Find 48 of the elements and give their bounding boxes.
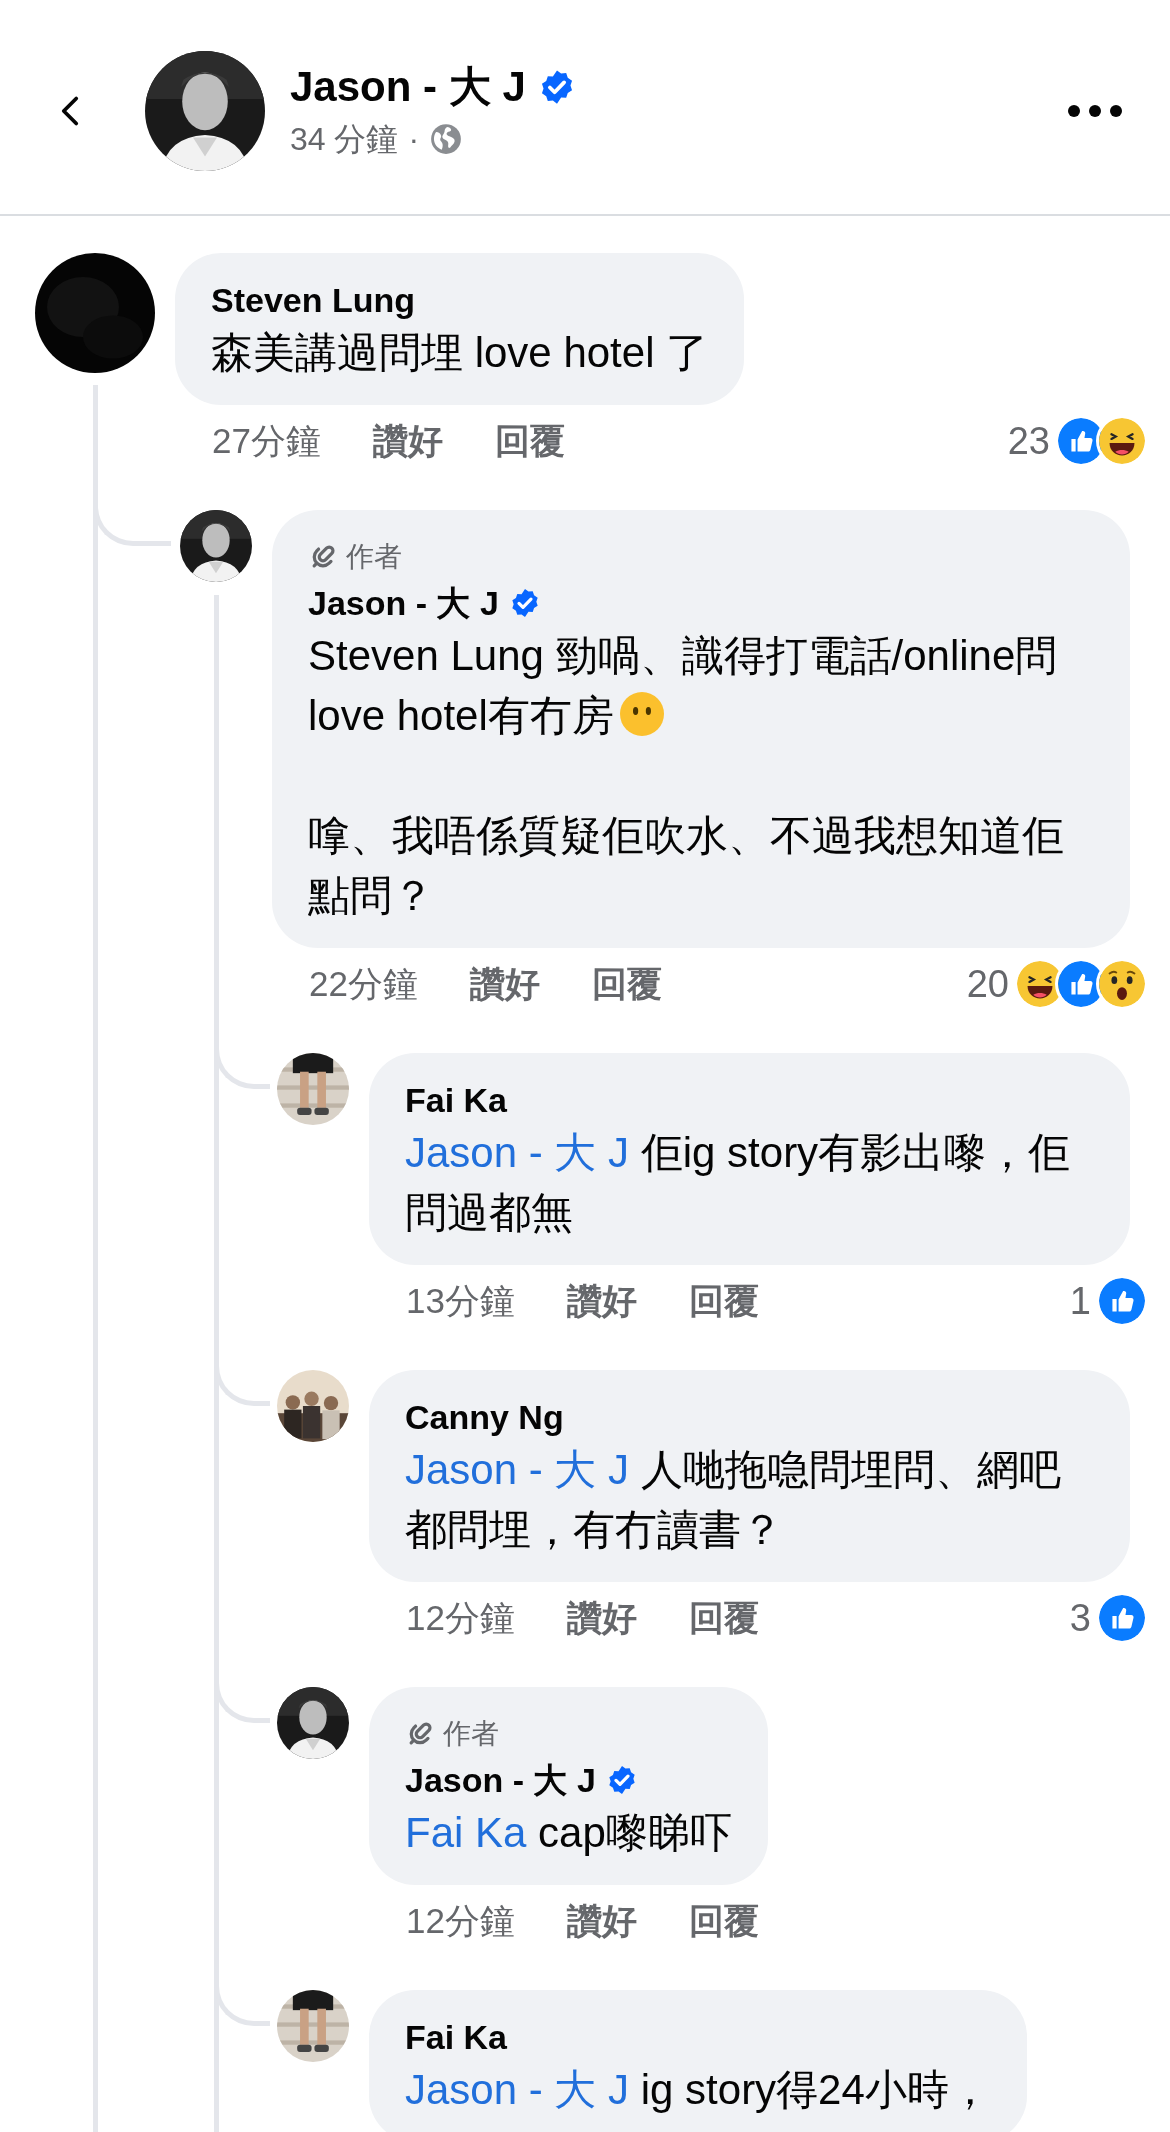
like-link[interactable]: 讚好 [566,1591,637,1645]
mention-link[interactable]: Jason - 大 J [405,2066,630,2113]
reply-link[interactable]: 回覆 [591,957,662,1011]
commenter-name[interactable]: Jason - 大 J [405,1754,596,1806]
post-time: 34 分鐘 [290,120,399,159]
comment-text: Jason - 大 J 佢ig story有影出嚟，佢問過都無 [405,1128,1072,1238]
reaction-count[interactable]: 23 [1007,412,1050,470]
reaction-count[interactable]: 20 [966,955,1009,1013]
comment-text: Steven Lung 勁喎、識得打電話/online問 love hotel有冇房 [308,631,1059,741]
comment-time: 12分鐘 [406,1596,515,1639]
comment-text: Jason - 大 J ig story得24小時， [405,2065,991,2115]
reply-link[interactable]: 回覆 [688,1274,759,1328]
separator-dot: · [408,120,420,159]
mention-link[interactable]: Fai Ka [405,1809,527,1856]
reaction-count[interactable]: 1 [1069,1272,1091,1330]
comment-time: 27分鐘 [212,419,321,462]
globe-icon [429,122,464,156]
author-label: 作者 [346,540,402,574]
like-link[interactable]: 讚好 [566,1894,637,1948]
commenter-name[interactable]: Fai Ka [405,2011,508,2063]
reply-link[interactable]: 回覆 [494,414,565,468]
like-link[interactable]: 讚好 [469,957,540,1011]
like-reaction-icon [1099,1278,1145,1324]
comment-text: 嗱、我唔係質疑佢吹水、不過我想知道佢點問？ [308,811,1065,921]
laughing-reaction-icon [1099,418,1145,464]
comment-text: Jason - 大 J 人哋拖喼問埋問、網吧都問埋，有冇讀書？ [405,1445,1062,1555]
mention-link[interactable]: Jason - 大 J [405,1446,630,1493]
comment-time: 22分鐘 [309,962,418,1005]
surprised-reaction-icon [1099,961,1145,1007]
commenter-name[interactable]: Steven Lung [211,274,416,326]
page-title[interactable]: Jason - 大 J [290,59,526,115]
comment-text: Fai Ka cap嚟睇吓 [405,1808,732,1858]
laughing-reaction-icon [1017,961,1063,1007]
like-link[interactable]: 讚好 [372,414,443,468]
reply-link[interactable]: 回覆 [688,1591,759,1645]
reply-link[interactable]: 回覆 [688,1894,759,1948]
more-icon [1067,104,1123,118]
reaction-count[interactable]: 3 [1069,1589,1091,1647]
mention-link[interactable]: Jason - 大 J [405,1129,630,1176]
comment-time: 13分鐘 [406,1279,515,1322]
comment-text: 森美講過問埋 love hotel 了 [211,328,709,378]
like-link[interactable]: 讚好 [566,1274,637,1328]
like-reaction-icon [1099,1595,1145,1641]
commenter-name[interactable]: Jason - 大 J [308,577,499,629]
comment-time: 12分鐘 [406,1899,515,1942]
commenter-name[interactable]: Fai Ka [405,1074,508,1126]
author-label: 作者 [443,1717,499,1751]
commenter-name[interactable]: Canny Ng [405,1391,564,1443]
